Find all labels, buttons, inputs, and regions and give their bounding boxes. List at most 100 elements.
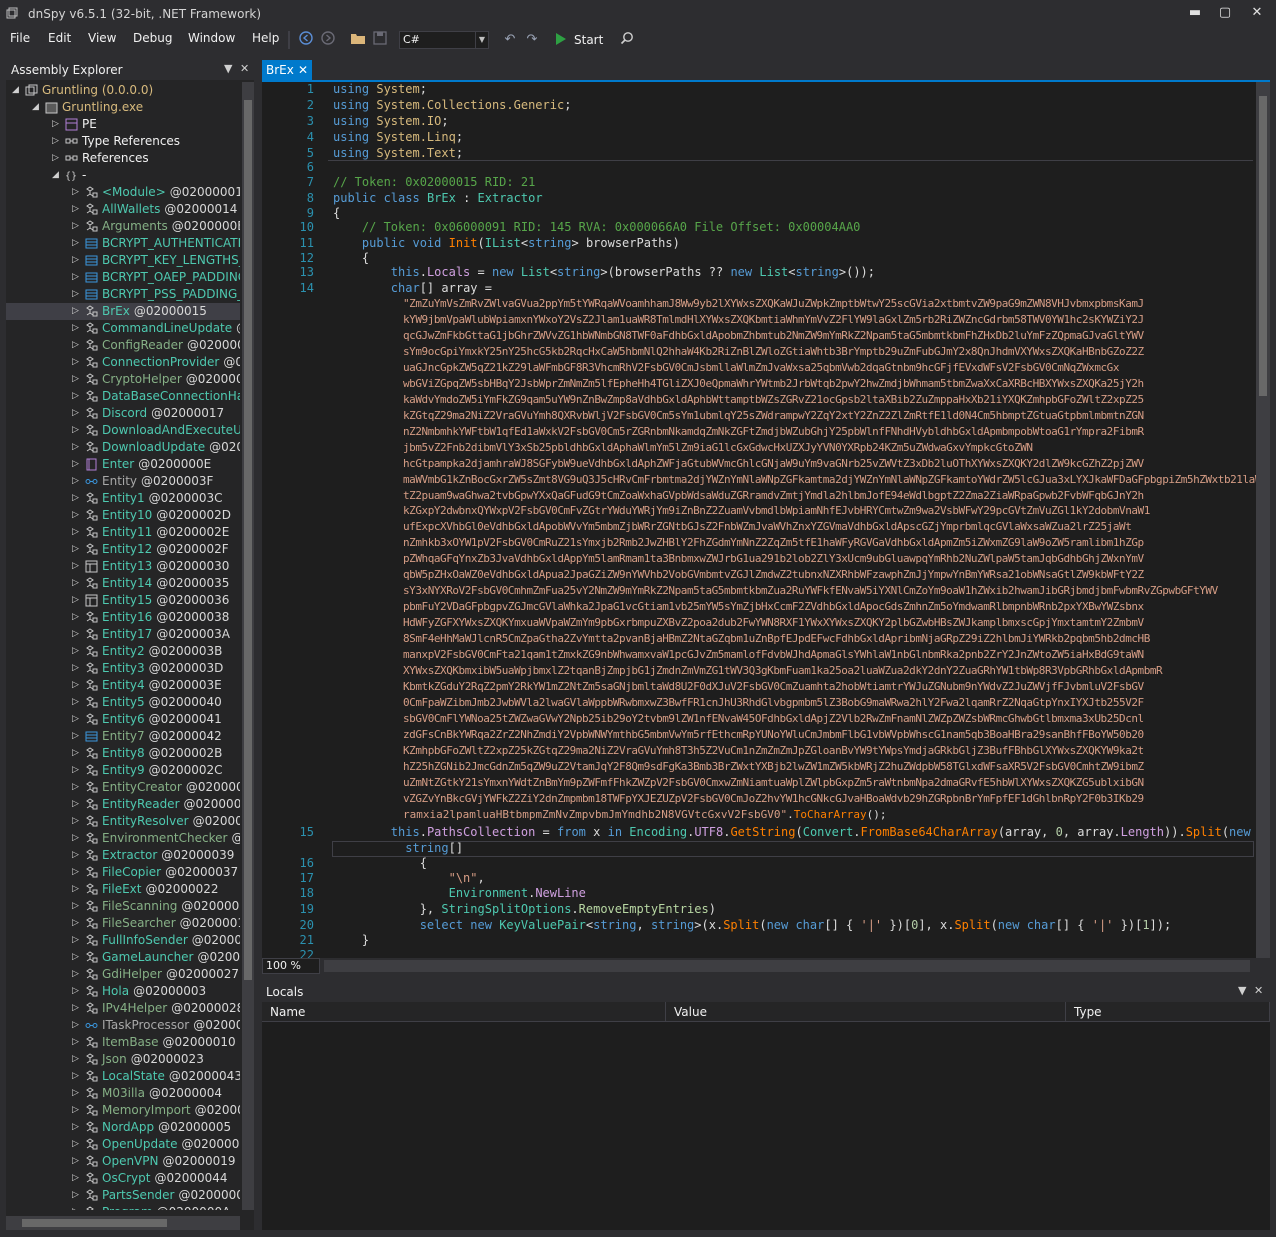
collapsed-arrow-icon[interactable]: ▷ [72,286,82,303]
collapsed-arrow-icon[interactable]: ▷ [72,184,82,201]
collapsed-arrow-icon[interactable]: ▷ [72,626,82,643]
tree-node[interactable]: ▷ Extractor @02000039 [6,847,240,864]
tree-node[interactable]: ▷ Entity15 @02000036 [6,592,240,609]
collapsed-arrow-icon[interactable]: ▷ [72,422,82,439]
tree-node[interactable]: ▷ NordApp @02000005 [6,1119,240,1136]
tree-node[interactable]: ▷ BCRYPT_PSS_PADDING_IN [6,286,240,303]
tree-node[interactable]: ▷ Entity7 @02000042 [6,728,240,745]
maximize-button[interactable]: ▢ [1210,0,1240,28]
tree-node[interactable]: ▷ GameLauncher@02000001 [6,949,240,966]
tree-node[interactable]: ▷ Type References [6,133,240,150]
column-header-type[interactable]: Type [1066,1002,1270,1022]
tree-node[interactable]: ▷ Enter @0200000E [6,456,240,473]
tree-node[interactable]: ▷ EntityCreator@02000002 [6,779,240,796]
expanded-arrow-icon[interactable]: ◢ [12,82,22,99]
menu-view[interactable]: View [88,31,116,45]
collapsed-arrow-icon[interactable]: ▷ [72,966,82,983]
collapsed-arrow-icon[interactable]: ▷ [72,1102,82,1119]
editor-vertical-scrollbar[interactable] [1256,82,1270,958]
close-window-button[interactable]: ✕ [1242,0,1272,28]
collapsed-arrow-icon[interactable]: ▷ [72,932,82,949]
tree-node[interactable]: ▷ Entity10 @0200002D [6,507,240,524]
tree-node[interactable]: ▷ FileExt @02000022 [6,881,240,898]
tab-brex[interactable]: BrEx ✕ [262,60,312,80]
tree-node[interactable]: ▷ CryptoHelper@02000007 [6,371,240,388]
menu-edit[interactable]: Edit [48,31,71,45]
collapsed-arrow-icon[interactable]: ▷ [72,1170,82,1187]
column-header-name[interactable]: Name [262,1002,666,1022]
menu-debug[interactable]: Debug [133,31,172,45]
menu-file[interactable]: File [10,31,30,45]
collapsed-arrow-icon[interactable]: ▷ [72,694,82,711]
collapsed-arrow-icon[interactable]: ▷ [72,1187,82,1204]
tree-node[interactable]: ▷ Entity16 @02000038 [6,609,240,626]
save-icon[interactable] [370,30,390,50]
tree-node[interactable]: ▷ DownloadUpdate@020000 [6,439,240,456]
collapsed-arrow-icon[interactable]: ▷ [72,507,82,524]
collapsed-arrow-icon[interactable]: ▷ [72,575,82,592]
collapsed-arrow-icon[interactable]: ▷ [72,388,82,405]
collapsed-arrow-icon[interactable]: ▷ [72,201,82,218]
tree-node[interactable]: ▷ Entity17 @0200003A [6,626,240,643]
collapsed-arrow-icon[interactable]: ▷ [72,609,82,626]
tree-node[interactable]: ▷ Entity6 @02000041 [6,711,240,728]
collapsed-arrow-icon[interactable]: ▷ [72,473,82,490]
collapsed-arrow-icon[interactable]: ▷ [52,150,62,167]
tree-node[interactable]: ▷ FileSearcher@02000013 [6,915,240,932]
tree-node[interactable]: ▷ Entity1 @0200003C [6,490,240,507]
minimize-button[interactable]: ▬ [1180,0,1210,28]
locals-close-icon[interactable]: ✕ [1254,984,1263,997]
collapsed-arrow-icon[interactable]: ▷ [72,456,82,473]
tree-node[interactable]: ▷ GdiHelper @02000027 [6,966,240,983]
collapsed-arrow-icon[interactable]: ▷ [72,592,82,609]
tree-vertical-scrollbar[interactable] [242,82,254,1210]
tree-node[interactable]: ▷ Json @02000023 [6,1051,240,1068]
collapsed-arrow-icon[interactable]: ▷ [72,1204,82,1210]
collapsed-arrow-icon[interactable]: ▷ [52,133,62,150]
tree-node[interactable]: ▷ MemoryImport@0200002 [6,1102,240,1119]
tree-node[interactable]: ▷ <Module> @02000001 [6,184,240,201]
collapsed-arrow-icon[interactable]: ▷ [72,439,82,456]
column-header-value[interactable]: Value [666,1002,1066,1022]
editor-scroll-thumb[interactable] [1259,96,1267,396]
zoom-select[interactable]: 100 % [262,958,320,974]
collapsed-arrow-icon[interactable]: ▷ [72,1017,82,1034]
collapsed-arrow-icon[interactable]: ▷ [72,728,82,745]
tree-node[interactable]: ▷ Hola @02000003 [6,983,240,1000]
tree-node[interactable]: ▷ LocalState @02000043 [6,1068,240,1085]
collapsed-arrow-icon[interactable]: ▷ [72,1051,82,1068]
collapsed-arrow-icon[interactable]: ▷ [72,898,82,915]
tree-node[interactable]: ▷ BCRYPT_OAEP_PADDING_ [6,269,240,286]
tree-node[interactable]: ▷ EnvironmentChecker@02 [6,830,240,847]
tree-scroll-thumb[interactable] [244,100,252,980]
tree-node[interactable]: ▷ EntityReader@02000006 [6,796,240,813]
collapsed-arrow-icon[interactable]: ▷ [72,847,82,864]
panel-close-icon[interactable]: ✕ [240,62,249,75]
tree-node[interactable]: ▷ Entity2 @0200003B [6,643,240,660]
collapsed-arrow-icon[interactable]: ▷ [72,796,82,813]
tree-horizontal-scrollbar[interactable] [6,1216,240,1230]
tree-node[interactable]: ▷ PartsSender@0200000C [6,1187,240,1204]
collapsed-arrow-icon[interactable]: ▷ [72,762,82,779]
collapsed-arrow-icon[interactable]: ▷ [72,1136,82,1153]
collapsed-arrow-icon[interactable]: ▷ [72,1034,82,1051]
open-folder-icon[interactable] [348,30,368,50]
locals-menu-chevron-icon[interactable]: ▼ [1238,984,1246,997]
tree-node[interactable]: ▷ OpenVPN @02000019 [6,1153,240,1170]
assembly-tree[interactable]: ◢ Gruntling (0.0.0.0) ◢ Gruntling.exe ▷ PE ▷ Ty… [6,82,240,1210]
tree-node[interactable]: ▷ Arguments @0200000B [6,218,240,235]
collapsed-arrow-icon[interactable]: ▷ [72,490,82,507]
expanded-arrow-icon[interactable]: ◢ [52,167,62,184]
undo-icon[interactable]: ↶ [500,30,520,50]
collapsed-arrow-icon[interactable]: ▷ [72,915,82,932]
collapsed-arrow-icon[interactable]: ▷ [72,371,82,388]
collapsed-arrow-icon[interactable]: ▷ [72,677,82,694]
tree-node[interactable]: ▷ FileCopier @02000037 [6,864,240,881]
collapsed-arrow-icon[interactable]: ▷ [72,558,82,575]
tree-hscroll-thumb[interactable] [22,1219,167,1227]
collapsed-arrow-icon[interactable]: ▷ [72,405,82,422]
collapsed-arrow-icon[interactable]: ▷ [72,711,82,728]
collapsed-arrow-icon[interactable]: ▷ [52,116,62,133]
collapsed-arrow-icon[interactable]: ▷ [72,252,82,269]
tree-node[interactable]: ▷ CommandLineUpdate@0 [6,320,240,337]
